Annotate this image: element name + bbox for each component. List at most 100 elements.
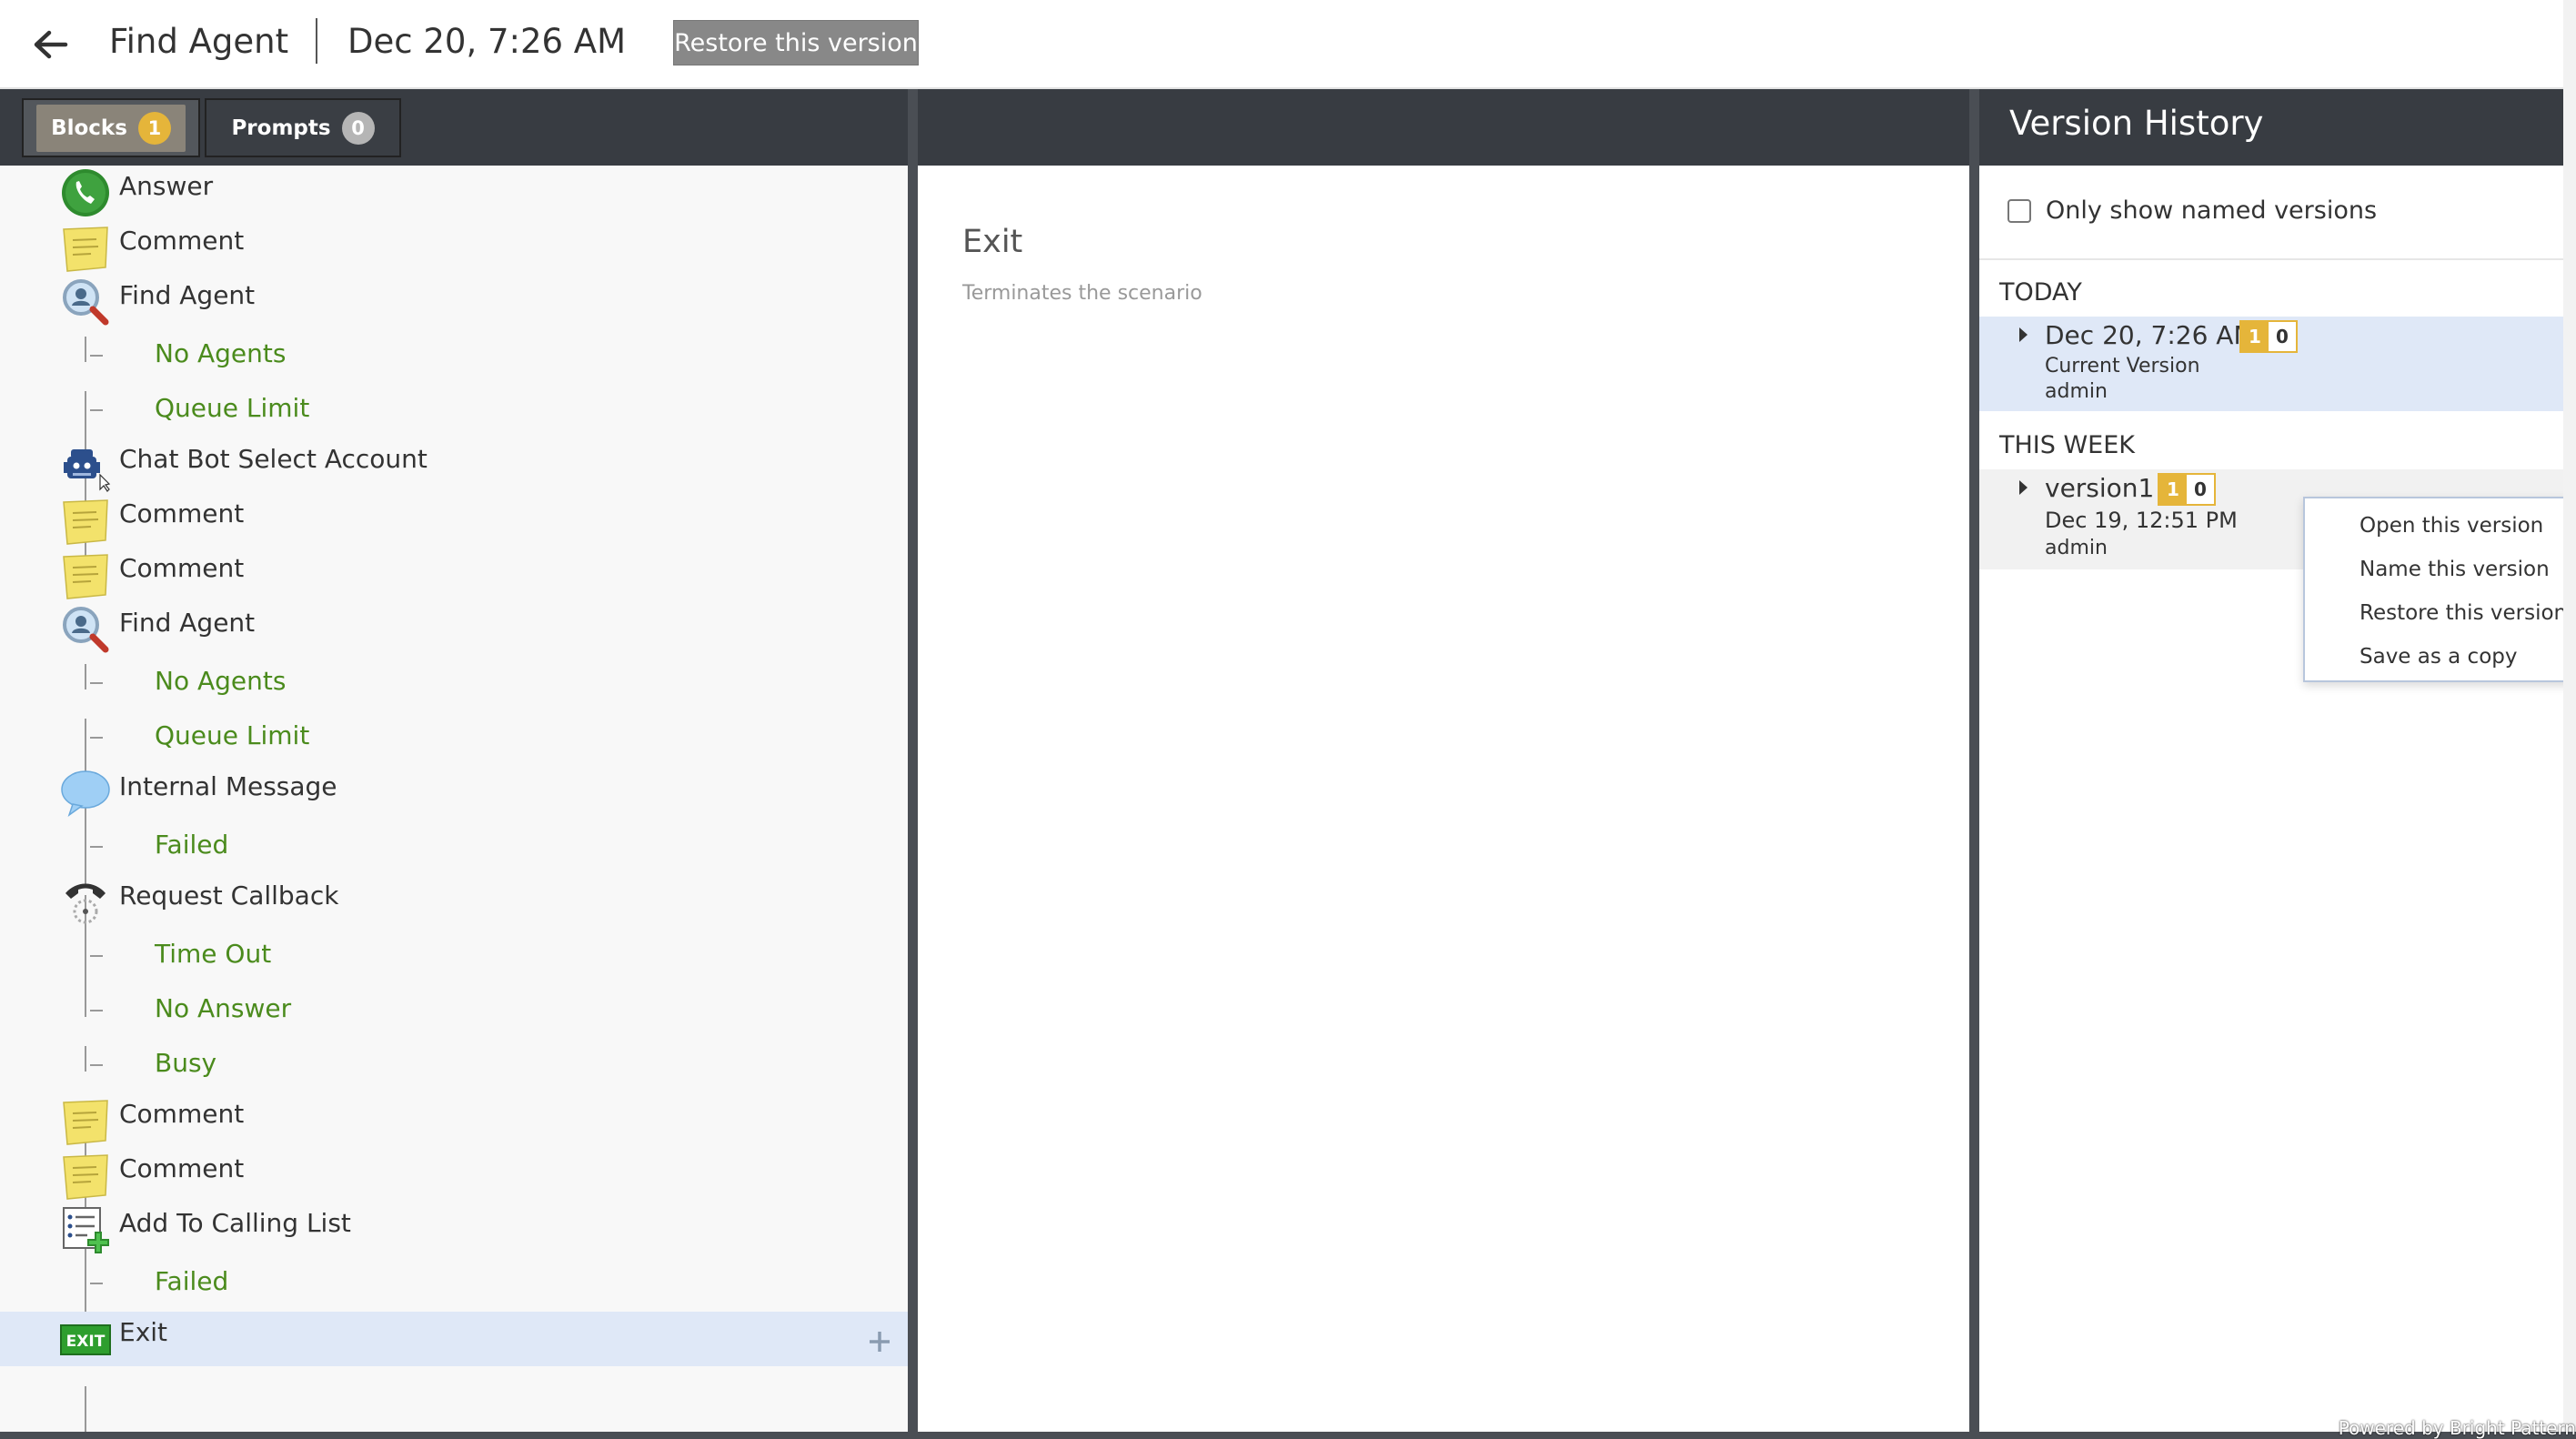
tree-node-find-agent[interactable]: Find Agent — [0, 602, 908, 657]
version-count-badges: 1 0 — [2239, 320, 2298, 353]
version-count-badges: 1 0 — [2158, 473, 2216, 506]
powered-by-footer: Powered by Bright Pattern — [2338, 1417, 2576, 1439]
branch-label: Failed — [155, 1266, 229, 1296]
tree-node-label: Chat Bot Select Account — [119, 444, 428, 474]
branch-label: No Agents — [155, 666, 287, 696]
branch-label: Failed — [155, 830, 229, 860]
tree-node-comment[interactable]: Comment — [0, 493, 908, 548]
branch-connector — [85, 828, 105, 853]
branch-connector — [85, 391, 105, 417]
tree-branch-failed[interactable]: Failed — [0, 820, 908, 875]
tree-node-chat-bot[interactable]: Chat Bot Select Account — [0, 438, 908, 493]
tree-node-label: Exit — [119, 1317, 168, 1347]
branch-connector — [85, 719, 105, 744]
left-panel-splitter[interactable] — [908, 89, 918, 1432]
tree-node-label: Comment — [119, 1153, 245, 1183]
bottom-bar — [0, 1432, 2576, 1439]
tree-branch-busy[interactable]: Busy — [0, 1039, 908, 1093]
named-versions-checkbox[interactable] — [2007, 198, 2031, 223]
branch-connector — [85, 937, 105, 962]
back-arrow-icon[interactable] — [31, 25, 69, 64]
right-panel-splitter[interactable] — [1969, 89, 1979, 1432]
comment-note-icon — [60, 1152, 111, 1203]
prompts-count-badge: 0 — [2269, 322, 2296, 351]
tree-branch-no-agents[interactable]: No Agents — [0, 657, 908, 711]
tree-node-comment[interactable]: Comment — [0, 1148, 908, 1203]
restore-version-button[interactable]: Restore this version — [673, 20, 919, 65]
tree-node-comment[interactable]: Comment — [0, 1093, 908, 1148]
detail-header-bar — [918, 89, 1969, 166]
tree-branch-failed[interactable]: Failed — [0, 1257, 908, 1312]
tab-blocks-label: Blocks — [51, 116, 127, 140]
robot-icon — [60, 442, 111, 493]
menu-save-copy[interactable]: Save as a copy — [2305, 635, 2576, 679]
branch-label: Queue Limit — [155, 720, 310, 750]
branch-connector — [85, 337, 105, 362]
tree-node-label: Request Callback — [119, 881, 339, 911]
tree-node-answer[interactable]: Answer — [0, 166, 908, 220]
tree-branch-no-answer[interactable]: No Answer — [0, 984, 908, 1039]
prompts-count-badge: 0 — [2187, 475, 2214, 504]
tree-node-label: Comment — [119, 498, 245, 528]
scenario-name: Find Agent — [109, 22, 289, 61]
version-item-current[interactable]: Dec 20, 7:26 AM 1 0 Current Version admi… — [1979, 317, 2563, 411]
version-status: Current Version — [2045, 355, 2200, 377]
calling-list-add-icon — [60, 1204, 111, 1255]
version-history-panel: Version History Only show named versions… — [1979, 89, 2563, 1432]
comment-note-icon — [60, 1097, 111, 1148]
branch-label: No Agents — [155, 338, 287, 368]
named-versions-filter[interactable]: Only show named versions — [2007, 196, 2377, 225]
branch-label: Busy — [155, 1048, 217, 1078]
title-separator — [316, 18, 317, 64]
tab-prompts[interactable]: Prompts 0 — [205, 98, 401, 157]
branch-connector — [85, 1264, 105, 1290]
tree-node-add-to-calling-list[interactable]: Add To Calling List — [0, 1203, 908, 1257]
exit-icon: EXIT — [60, 1324, 111, 1355]
branch-label: No Answer — [155, 993, 292, 1023]
expand-caret-icon[interactable] — [2019, 480, 2028, 495]
branch-connector — [85, 991, 105, 1017]
tree-branch-no-agents[interactable]: No Agents — [0, 329, 908, 384]
menu-open-version[interactable]: Open this version — [2305, 504, 2576, 548]
expand-caret-icon[interactable] — [2019, 327, 2028, 342]
version-history-title: Version History — [2009, 104, 2264, 143]
tree-node-label: Internal Message — [119, 771, 337, 801]
version-date: Dec 20, 7:26 AM — [347, 22, 627, 61]
version-name: version1 — [2045, 473, 2155, 503]
block-tree: Answer Comment Find Agent No Agents Queu… — [0, 166, 908, 1439]
tree-node-comment[interactable]: Comment — [0, 548, 908, 602]
phone-answer-icon — [60, 167, 111, 218]
branch-connector — [85, 1046, 105, 1072]
panel-tabs: Blocks 1 Prompts 0 — [0, 89, 908, 166]
branch-label: Time Out — [155, 939, 272, 969]
branch-label: Queue Limit — [155, 393, 310, 423]
blocks-count-badge: 1 — [2159, 475, 2187, 504]
tree-node-label: Answer — [119, 171, 214, 201]
blocks-panel: Blocks 1 Prompts 0 Answer Comment Find A… — [0, 89, 908, 1439]
block-detail-panel: Exit Terminates the scenario — [918, 89, 1969, 1432]
tree-node-label: Comment — [119, 226, 245, 256]
add-block-icon[interactable] — [866, 1328, 893, 1355]
named-versions-label: Only show named versions — [2046, 196, 2378, 225]
tree-branch-queue-limit[interactable]: Queue Limit — [0, 711, 908, 766]
tab-blocks[interactable]: Blocks 1 — [22, 98, 200, 157]
tree-node-label: Comment — [119, 1099, 245, 1129]
tree-node-request-callback[interactable]: Request Callback — [0, 875, 908, 930]
tree-node-exit[interactable]: EXIT Exit — [0, 1312, 908, 1366]
tree-node-internal-message[interactable]: Internal Message — [0, 766, 908, 820]
group-header-this-week: THIS WEEK — [1999, 431, 2136, 459]
divider — [1979, 258, 2563, 260]
tree-branch-time-out[interactable]: Time Out — [0, 930, 908, 984]
tree-node-label: Comment — [119, 553, 245, 583]
tree-branch-queue-limit[interactable]: Queue Limit — [0, 384, 908, 438]
comment-note-icon — [60, 224, 111, 275]
window-right-edge — [2563, 0, 2576, 1432]
tree-node-label: Find Agent — [119, 280, 256, 310]
version-context-menu: Open this version Name this version Rest… — [2303, 497, 2576, 682]
top-header: Find Agent Dec 20, 7:26 AM Restore this … — [0, 0, 2563, 89]
menu-name-version[interactable]: Name this version — [2305, 548, 2576, 591]
menu-restore-version[interactable]: Restore this version — [2305, 591, 2576, 635]
tree-node-find-agent[interactable]: Find Agent — [0, 275, 908, 329]
tree-node-comment[interactable]: Comment — [0, 220, 908, 275]
comment-note-icon — [60, 497, 111, 548]
